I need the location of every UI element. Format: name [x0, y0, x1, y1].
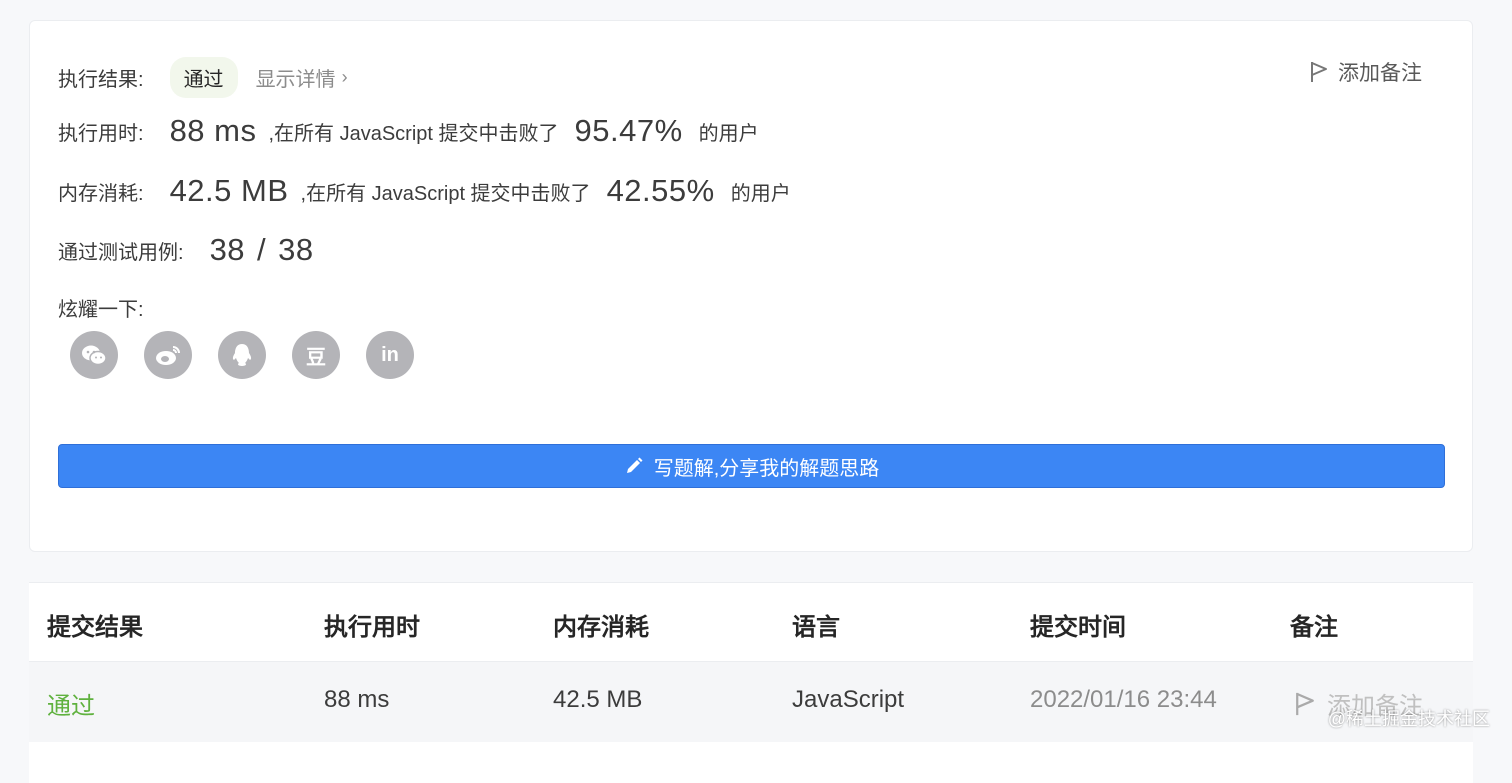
douban-icon[interactable]: 豆	[292, 331, 340, 379]
linkedin-icon[interactable]: in	[366, 331, 414, 379]
write-solution-label: 写题解,分享我的解题思路	[653, 457, 880, 480]
result-card: 执行结果: 通过 显示详情 › 添加备注 执行用时: 88 ms ,在所有 Ja…	[29, 20, 1473, 552]
chevron-right-icon: ›	[341, 67, 348, 87]
runtime-row: 执行用时: 88 ms ,在所有 JavaScript 提交中击败了 95.47…	[58, 113, 759, 149]
share-label: 炫耀一下:	[58, 299, 144, 321]
add-note-label: 添加备注	[1338, 62, 1422, 85]
row-language: JavaScript	[792, 686, 905, 713]
row-submit-time: 2022/01/16 23:44	[1030, 686, 1217, 713]
douban-glyph: 豆	[306, 346, 326, 369]
write-solution-button[interactable]: 写题解,分享我的解题思路	[58, 444, 1445, 488]
status-badge: 通过	[169, 57, 238, 98]
runtime-beat-text: ,在所有 JavaScript 提交中击败了	[268, 122, 559, 145]
flag-icon	[1311, 62, 1327, 82]
runtime-label: 执行用时:	[58, 122, 144, 145]
memory-suffix: 的用户	[730, 182, 791, 205]
result-row: 执行结果: 通过 显示详情 ›	[58, 57, 348, 98]
header-submit-time: 提交时间	[1030, 614, 1126, 641]
runtime-percent: 95.47%	[574, 113, 683, 148]
show-details-label: 显示详情	[255, 69, 336, 91]
testcases-total: 38	[278, 232, 314, 267]
testcases-row: 通过测试用例: 38 / 38	[58, 232, 314, 268]
add-note-button[interactable]: 添加备注	[1310, 57, 1422, 87]
header-language: 语言	[792, 614, 840, 641]
testcases-label: 通过测试用例:	[58, 241, 184, 264]
memory-label: 内存消耗:	[58, 182, 144, 205]
memory-value: 42.5 MB	[169, 173, 289, 208]
row-memory: 42.5 MB	[553, 686, 643, 713]
header-memory: 内存消耗	[553, 614, 649, 641]
row-runtime: 88 ms	[324, 686, 390, 713]
show-details-link[interactable]: 显示详情 ›	[256, 63, 348, 92]
qq-icon[interactable]	[218, 331, 266, 379]
table-header: 提交结果 执行用时 内存消耗 语言 提交时间 备注	[29, 583, 1473, 662]
memory-percent: 42.55%	[606, 173, 715, 208]
memory-row: 内存消耗: 42.5 MB ,在所有 JavaScript 提交中击败了 42.…	[58, 173, 791, 209]
weibo-icon[interactable]	[144, 331, 192, 379]
result-label: 执行结果:	[58, 69, 144, 91]
watermark: @稀土掘金技术社区	[1327, 709, 1490, 729]
pencil-icon	[626, 457, 643, 473]
share-icons: 豆 in	[70, 331, 414, 379]
header-status: 提交结果	[47, 614, 143, 641]
header-runtime: 执行用时	[324, 614, 420, 641]
runtime-value: 88 ms	[169, 113, 257, 148]
linkedin-glyph: in	[381, 343, 399, 366]
header-note: 备注	[1290, 614, 1338, 641]
share-row: 炫耀一下:	[58, 293, 144, 322]
row-status-link[interactable]: 通过	[47, 686, 95, 721]
wechat-icon[interactable]	[70, 331, 118, 379]
testcases-slash: /	[257, 232, 267, 267]
submissions-table: 提交结果 执行用时 内存消耗 语言 提交时间 备注 通过 88 ms 42.5 …	[29, 582, 1473, 783]
table-row[interactable]: 通过 88 ms 42.5 MB JavaScript 2022/01/16 2…	[29, 662, 1473, 742]
testcases-passed: 38	[209, 232, 246, 267]
memory-beat-text: ,在所有 JavaScript 提交中击败了	[300, 182, 591, 205]
flag-icon	[1296, 692, 1314, 715]
runtime-suffix: 的用户	[698, 122, 759, 145]
